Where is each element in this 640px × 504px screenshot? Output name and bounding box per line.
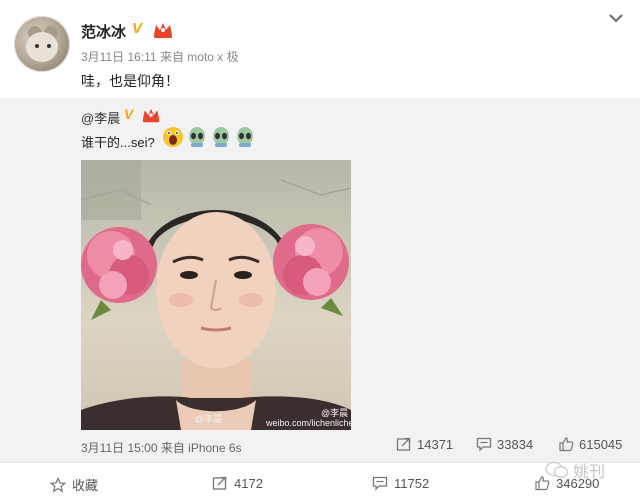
original-post-text: 谁干的...sei? <box>81 135 155 150</box>
comment-icon <box>372 476 388 491</box>
username[interactable]: 范冰冰 <box>81 21 126 42</box>
avatar-face <box>26 32 58 62</box>
post-photo[interactable]: @李晨 weibo.com/lichenlichen @李晨 <box>81 160 351 430</box>
comment-count: 11752 <box>394 475 430 491</box>
favorite-label: 收藏 <box>72 478 99 493</box>
post-text: 哇，也是仰角！ <box>81 73 179 89</box>
verified-icon: V <box>132 20 143 37</box>
portrait-illustration <box>81 160 351 430</box>
thumbs-up-icon <box>559 437 574 452</box>
avatar-eye <box>35 44 39 48</box>
alien-face-icon <box>189 127 205 147</box>
alien-face-icon <box>237 127 253 147</box>
avatar-eye <box>47 44 51 48</box>
post-timestamp: 3月11日 16:11 来自 moto x 极 <box>81 50 239 64</box>
alien-face-icon <box>213 127 229 147</box>
star-icon <box>50 476 66 492</box>
brand-watermark: 姚刊 <box>545 458 625 482</box>
repost-count: 4172 <box>234 475 263 491</box>
post-header: 范冰冰 V 3月11日 16:11 来自 moto x 极 哇，也是仰角！ <box>0 0 640 98</box>
favorite-button[interactable]: 收藏 <box>50 475 98 494</box>
avatar[interactable] <box>14 16 70 72</box>
comment-button[interactable]: 11752 <box>372 475 429 491</box>
chevron-down-icon[interactable] <box>608 12 624 24</box>
original-comment-stat[interactable]: 33834 <box>476 436 533 452</box>
original-repost-stat[interactable]: 14371 <box>396 436 453 452</box>
original-like-count: 615045 <box>579 436 623 452</box>
photo-watermark-user: @李晨 <box>321 408 349 418</box>
reposted-post[interactable]: @李晨 V 谁干的...sei? @李晨 weibo.com/lichenlic… <box>0 98 640 462</box>
emoji-row <box>162 126 256 150</box>
repost-button[interactable]: 4172 <box>212 475 263 491</box>
action-bar: 收藏 4172 11752 346290 <box>0 462 640 504</box>
original-comment-count: 33834 <box>497 436 534 452</box>
verified-icon: V <box>124 106 134 122</box>
original-like-stat[interactable]: 615045 <box>558 436 622 452</box>
vip-crown-icon <box>154 23 172 38</box>
vip-crown-icon <box>142 108 160 123</box>
repost-icon <box>396 437 411 451</box>
comment-icon <box>476 437 492 452</box>
original-author[interactable]: @李晨 <box>81 108 120 127</box>
scream-face-icon <box>163 127 183 147</box>
original-timestamp: 3月11日 15:00 来自 iPhone 6s <box>81 441 242 455</box>
photo-watermark-url: weibo.com/lichenlichen <box>266 418 351 428</box>
photo-watermark: @李晨 <box>195 414 223 424</box>
brand-watermark-text: 姚刊 <box>573 464 606 481</box>
original-repost-count: 14371 <box>417 436 454 452</box>
wechat-icon <box>545 461 569 478</box>
repost-icon <box>212 476 227 490</box>
